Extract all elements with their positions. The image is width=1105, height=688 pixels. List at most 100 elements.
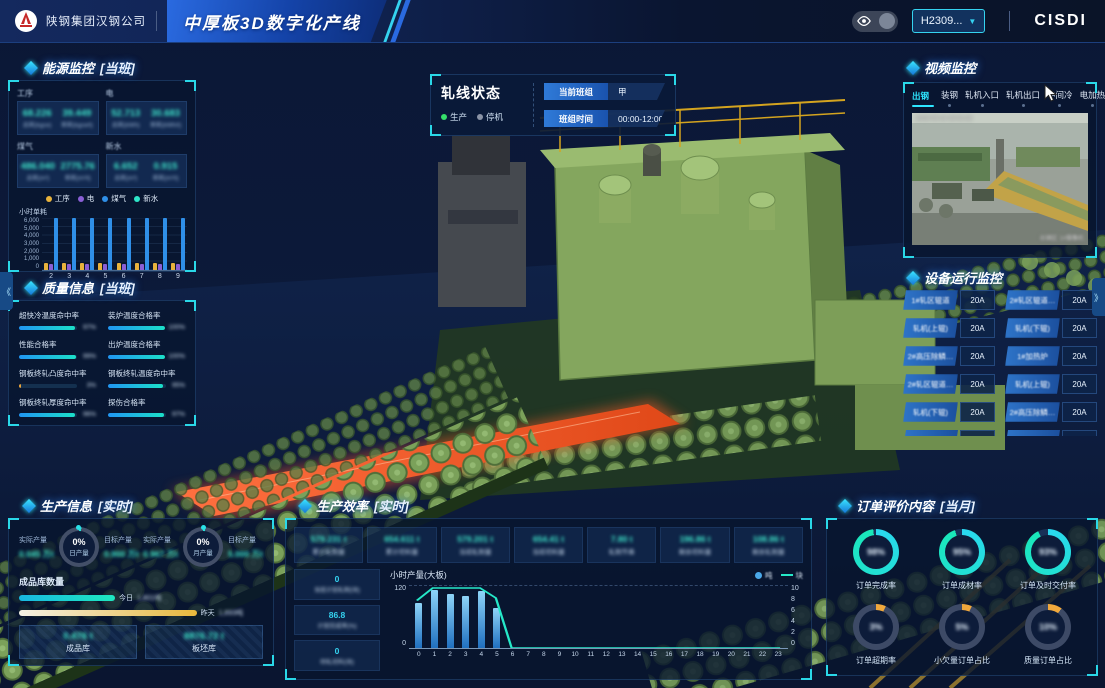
device-item: 1#加热炉20A: [1005, 346, 1097, 366]
energy-bar-group: 9: [169, 218, 187, 280]
efficiency-stat: 579.201 t当班轧制量: [441, 527, 510, 563]
ytick: 120: [394, 585, 406, 592]
quality-item: 出炉温度合格率100%: [108, 339, 185, 360]
video-panel: 出钢装钢轧机入口轧机出口中间冷电加热 2023-09-14 15:02:18 出…: [903, 82, 1097, 258]
video-tab[interactable]: 出钢: [912, 90, 934, 107]
hourly-chart-plot: [409, 585, 788, 649]
quality-item: 钢板终轧厚度命中率96%: [19, 397, 96, 418]
legend-dot: [78, 196, 84, 202]
production-gauge-group: 实际产量0.045 万t0%日产量目标产量0.900 万t: [19, 527, 139, 567]
ytick: 5,000: [24, 226, 39, 232]
line-selector-dropdown[interactable]: H2309... ▼: [912, 9, 986, 33]
device-item: 2#高压除鳞…20A: [1005, 402, 1097, 422]
status-legend-item: 停机: [477, 111, 503, 123]
devices-panel-title: 设备运行监控: [908, 268, 1002, 287]
energy-panel-title: 能源监控 [当班]: [26, 58, 135, 77]
status-dot: [477, 114, 483, 120]
panel-title-icon: [838, 498, 852, 512]
line-selector-value: H2309...: [921, 15, 963, 27]
device-item-clipped: [1005, 430, 1097, 436]
legend-item: 吨: [755, 570, 773, 581]
energy-card: 煤气486.040总耗(m³)2775.76单耗(m³/t): [17, 141, 99, 188]
video-tabs: 出钢装钢轧机入口轧机出口中间冷电加热: [912, 89, 1088, 107]
cctv-still: [912, 113, 1088, 245]
video-feed[interactable]: 2023-09-14 15:02:18 出钢区 1#摄像机: [912, 113, 1088, 245]
chevron-down-icon: ▼: [968, 17, 976, 26]
ytick: 0: [402, 640, 406, 647]
status-field: 班组时间00:00-12:00: [544, 110, 665, 127]
ytick: 10: [791, 585, 799, 592]
header-right: H2309... ▼ CISDI: [852, 9, 1087, 33]
quality-item: 探伤合格率97%: [108, 397, 185, 418]
panel-title-icon: [24, 280, 38, 294]
order-ring: 95%订单成材率: [939, 529, 985, 591]
legend-line: [781, 574, 793, 576]
device-item-clipped: [903, 430, 995, 436]
hourly-chart-xlabels: 01234567891011121314151617181920212223: [409, 651, 788, 658]
energy-chart-ylabel: 小时单耗: [19, 207, 187, 217]
order-ring: 5%小欠量订单占比: [934, 604, 990, 666]
video-tab[interactable]: 轧机出口: [1006, 89, 1040, 107]
video-overlay-timestamp: 2023-09-14 15:02:18: [916, 116, 972, 122]
energy-bar-group: 3: [60, 218, 78, 280]
quality-item: 超快冷温度命中率97%: [19, 310, 96, 331]
panel-title-icon: [298, 498, 312, 512]
legend-dot: [102, 196, 108, 202]
hourly-chart-line: [409, 586, 788, 648]
video-tab[interactable]: 电加热: [1080, 89, 1105, 107]
order-ring: 93%订单及时交付率: [1020, 529, 1076, 591]
video-tab[interactable]: 轧机入口: [965, 89, 999, 107]
stock-title: 成品库数量: [19, 575, 263, 588]
device-item: 轧机(下辊)20A: [903, 402, 995, 422]
energy-cards: 工序68.226总耗(kgce)39.449单耗(kgce/t)电52.713总…: [17, 88, 187, 188]
ytick: 4: [791, 618, 795, 625]
company-logo: [14, 9, 38, 33]
collapse-right-button[interactable]: 》: [1092, 278, 1105, 316]
hourly-chart-right-ticks: 1086420: [791, 585, 803, 647]
energy-chart-yticks: 6,0005,0004,0003,0002,0001,0000: [17, 218, 39, 270]
collapse-left-button[interactable]: 《: [0, 272, 13, 310]
legend-dot: [134, 196, 140, 202]
energy-panel: 工序68.226总耗(kgce)39.449单耗(kgce/t)电52.713总…: [8, 80, 196, 272]
stock-box: 8876.72 t板坯库: [145, 625, 263, 659]
line-status-panel: 轧线状态 生产停机 当前班组甲班组时间00:00-12:00: [430, 74, 676, 136]
stock-bars: 今日1,801吨昨天1,893吨: [19, 593, 263, 618]
orders-panel: 98%订单完成率95%订单成材率93%订单及时交付率3%订单超期率5%小欠量订单…: [826, 518, 1098, 676]
energy-chart-plot: 23456789: [42, 218, 187, 280]
production-ring: 0%日产量: [59, 527, 99, 567]
panel-title-icon: [24, 60, 38, 74]
efficiency-body: 0当班计划轧制(块)86.8计划完成率(%)0待轧坯料(块) 小时产量(大板) …: [294, 569, 803, 671]
ytick: 6: [791, 607, 795, 614]
hourly-chart-title: 小时产量(大板): [390, 569, 447, 581]
quality-grid: 超快冷温度命中率97%装炉温度合格率100%性能合格率99%出炉温度合格率100…: [19, 310, 185, 418]
toggle-knob: [879, 13, 895, 29]
ytick: 1,000: [24, 256, 39, 262]
efficiency-panel: 579.231 t累计轧制量654.611 t累计坯料量579.201 t当班轧…: [285, 518, 812, 680]
video-overlay-caption: 出钢区 1#摄像机: [1040, 233, 1084, 242]
video-tab[interactable]: 装钢: [941, 89, 958, 107]
energy-bar-group: 4: [78, 218, 96, 280]
device-item: 轧机(上辊)20A: [1005, 374, 1097, 394]
production-gauges: 实际产量0.045 万t0%日产量目标产量0.900 万t实际产量0.967 万…: [19, 527, 263, 567]
app-title: 中厚板3D数字化产线: [183, 9, 361, 34]
production-panel: 实际产量0.045 万t0%日产量目标产量0.900 万t实际产量0.967 万…: [8, 518, 274, 666]
header-divider: [1009, 11, 1010, 31]
production-panel-title: 生产信息 [实时]: [24, 496, 133, 515]
visibility-toggle[interactable]: [852, 11, 898, 32]
efficiency-side-stats: 0当班计划轧制(块)86.8计划完成率(%)0待轧坯料(块): [294, 569, 380, 671]
energy-legend: 工序电煤气新水: [17, 193, 187, 204]
device-item: 2#高压除鳞…20A: [903, 346, 995, 366]
mouse-cursor: [1044, 84, 1060, 104]
top-header: 陕钢集团汉钢公司 中厚板3D数字化产线 H2309... ▼ CISDI: [0, 0, 1105, 43]
production-ring: 0%月产量: [183, 527, 223, 567]
ytick: 3,000: [24, 241, 39, 247]
efficiency-stats: 579.231 t累计轧制量654.611 t累计坯料量579.201 t当班轧…: [294, 527, 803, 563]
legend-item: 块: [781, 570, 804, 581]
energy-card: 电52.713总耗(kWh)30.683单耗(kWh/t): [106, 88, 188, 135]
ytick: 4,000: [24, 233, 39, 239]
hourly-chart-left-ticks: 120 0: [390, 585, 406, 647]
efficiency-side-stat: 0待轧坯料(块): [294, 640, 380, 671]
panel-title-icon: [22, 498, 36, 512]
ytick: 2,000: [24, 249, 39, 255]
legend-dot: [46, 196, 52, 202]
